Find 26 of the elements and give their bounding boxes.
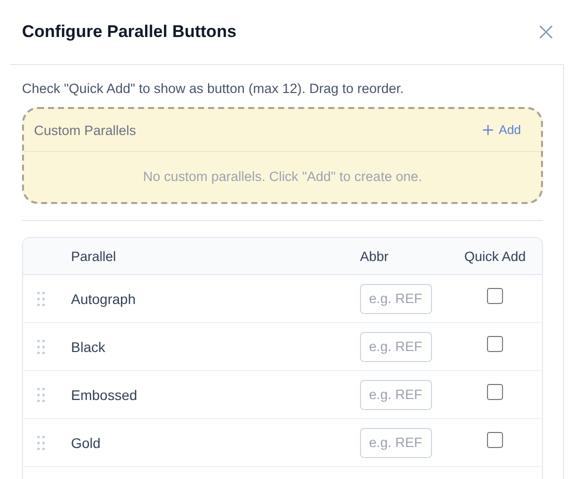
abbr-input[interactable]: e.g. REF	[360, 428, 432, 458]
column-header: Quick Add	[463, 248, 527, 264]
abbr-input[interactable]: e.g. REF	[360, 332, 432, 362]
parallel-name: Gold	[71, 434, 102, 450]
abbr-input[interactable]: e.g. REF	[360, 380, 432, 410]
quick-add-checkbox[interactable]	[487, 384, 503, 400]
parallel-name: Black	[71, 338, 106, 354]
parallel-name: Autograph	[71, 290, 137, 306]
drag-handle-icon[interactable]	[37, 436, 45, 450]
column-header: Parallel	[71, 248, 118, 264]
empty-message: No custom parallels. Click "Add" to create one.	[143, 169, 422, 184]
close-icon[interactable]	[538, 24, 554, 40]
abbr-input[interactable]: e.g. REF	[360, 284, 432, 314]
quick-add-checkbox[interactable]	[487, 432, 503, 448]
drag-handle-icon[interactable]	[37, 292, 45, 306]
parallel-name: Embossed	[71, 386, 138, 402]
plus-icon	[482, 125, 493, 135]
add-button[interactable]: Add	[482, 123, 521, 137]
drag-handle-icon[interactable]	[37, 388, 45, 402]
drag-handle-icon[interactable]	[37, 340, 45, 354]
quick-add-checkbox[interactable]	[487, 336, 503, 352]
instructions-text: Check "Quick Add" to show as button (max 12). Drag to reorder.	[22, 81, 405, 96]
dialog-title: Configure Parallel Buttons	[22, 22, 236, 42]
quick-add-checkbox[interactable]	[487, 288, 503, 304]
column-header: Abbr	[360, 248, 390, 264]
section-title: Custom Parallels	[34, 122, 136, 138]
